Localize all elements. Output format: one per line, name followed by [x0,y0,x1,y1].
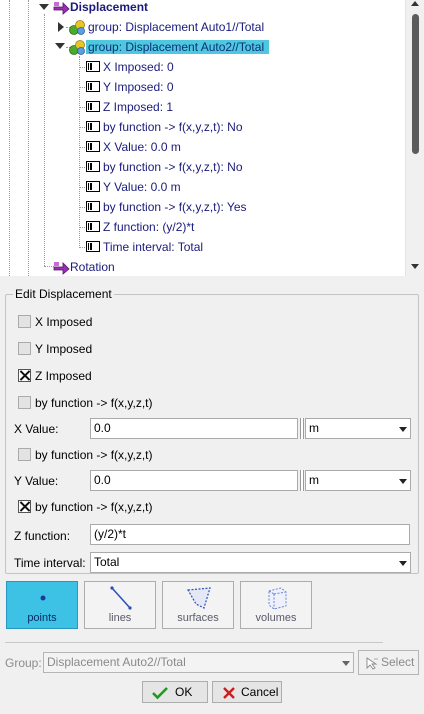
x-imposed-checkbox[interactable] [18,315,31,328]
condition-icon [86,161,100,173]
y-imposed-label: Y Imposed [35,342,93,356]
x-by-function-label: by function -> f(x,y,z,t) [35,396,153,410]
time-interval-label: Time interval: [14,556,86,570]
chevron-down-icon [399,479,407,484]
group-label: Group: [5,656,42,670]
y-by-function-label: by function -> f(x,y,z,t) [35,448,153,462]
rotation-label: Rotation [70,260,115,274]
condition-icon [86,241,100,253]
tree-condition-z-function[interactable]: Z function: (y/2)*t [86,218,194,236]
group-select-value: Displacement Auto2//Total [47,655,186,669]
volumes-icon [268,587,287,610]
y-value-splitter[interactable] [300,470,304,491]
chevron-down-icon [399,427,407,432]
chevron-down-icon [342,661,350,666]
condition-icon [86,61,100,73]
lines-icon [110,586,132,610]
y-value-input[interactable]: 0.0 [90,470,298,491]
tree-item-group2[interactable]: group: Displacement Auto2//Total [69,38,270,56]
points-icon [40,595,46,601]
lines-label: lines [108,612,132,624]
tree-condition-y-value[interactable]: Y Value: 0.0 m [86,178,181,196]
condition-icon [86,101,100,113]
tree-condition-z-imposed[interactable]: Z Imposed: 1 [86,98,173,116]
group-icon [69,19,85,35]
z-imposed-checkbox[interactable] [18,369,31,382]
tree-item-rotation[interactable]: Rotation [53,258,115,276]
x-value-label: X Value: [14,422,59,436]
close-icon [223,687,235,699]
x-unit-value: m [309,421,319,435]
ok-button[interactable]: OK [142,681,208,703]
cancel-button[interactable]: Cancel [212,681,282,703]
y-unit-value: m [309,473,319,487]
y-imposed-checkbox[interactable] [18,342,31,355]
volumes-button[interactable]: volumes [240,581,312,629]
select-button[interactable]: Select [358,650,419,675]
group-icon [69,39,85,55]
surfaces-button[interactable]: surfaces [162,581,234,629]
z-by-function-label: by function -> f(x,y,z,t) [35,500,153,514]
condition-icon [86,81,100,93]
ok-label: OK [175,685,193,699]
tree-condition-z-by-function[interactable]: by function -> f(x,y,z,t): Yes [86,198,247,216]
condition-icon [86,141,100,153]
scroll-up-arrow-icon[interactable] [411,1,419,6]
tree-condition-x-imposed[interactable]: X Imposed: 0 [86,58,174,76]
surfaces-icon [187,587,211,609]
tree-scrollbar[interactable] [405,0,424,276]
z-by-function-checkbox[interactable] [18,500,31,513]
check-icon [152,687,168,700]
condition-icon [86,221,100,233]
tree-condition-x-by-function[interactable]: by function -> f(x,y,z,t): No [86,118,243,136]
collapse-group2-toggle[interactable] [55,43,65,49]
expand-group1-toggle[interactable] [58,22,64,32]
condition-icon [86,201,100,213]
tree-item-group1[interactable]: group: Displacement Auto1//Total [69,18,264,36]
tree-condition-x-value[interactable]: X Value: 0.0 m [86,138,181,156]
y-unit-select[interactable]: m [305,470,411,491]
separator [5,642,383,643]
tree-item-displacement[interactable]: Displacement [53,0,148,16]
x-unit-select[interactable]: m [305,418,411,439]
tree-condition-y-by-function[interactable]: by function -> f(x,y,z,t): No [86,158,243,176]
group1-label: group: Displacement Auto1//Total [88,20,265,34]
x-value-input[interactable]: 0.0 [90,418,298,439]
displacement-label: Displacement [70,0,149,14]
time-interval-select[interactable]: Total [90,552,411,573]
z-imposed-label: Z Imposed [35,369,92,383]
condition-icon [86,181,100,193]
cancel-label: Cancel [241,685,279,699]
x-by-function-checkbox[interactable] [18,396,31,409]
z-function-label: Z function: [14,529,71,543]
y-by-function-checkbox[interactable] [18,448,31,461]
x-value-splitter[interactable] [300,418,304,439]
condition-icon [86,121,100,133]
rotation-icon [53,261,70,275]
select-cursor-icon [366,657,378,670]
surfaces-label: surfaces [177,612,219,624]
scrollbar-thumb[interactable] [412,14,419,154]
tree-condition-y-imposed[interactable]: Y Imposed: 0 [86,78,174,96]
group2-label: group: Displacement Auto2//Total [86,40,270,54]
volumes-label: volumes [255,612,297,624]
displacement-icon [53,1,70,15]
chevron-down-icon [399,561,407,566]
edit-panel-title: Edit Displacement [13,287,114,301]
condition-tree[interactable]: Displacement group: Displacement Auto1//… [0,0,424,276]
select-label: Select [381,655,415,669]
lines-button[interactable]: lines [84,581,156,629]
z-function-input[interactable]: (y/2)*t [90,524,410,545]
y-value-label: Y Value: [14,474,59,488]
points-button[interactable]: points [6,581,78,629]
tree-condition-time-interval[interactable]: Time interval: Total [86,238,203,256]
scroll-down-arrow-icon[interactable] [411,264,419,269]
points-label: points [27,612,57,624]
group-select[interactable]: Displacement Auto2//Total [43,652,354,673]
x-imposed-label: X Imposed [35,315,93,329]
time-interval-value: Total [94,555,120,569]
collapse-displacement-toggle[interactable] [39,4,49,10]
